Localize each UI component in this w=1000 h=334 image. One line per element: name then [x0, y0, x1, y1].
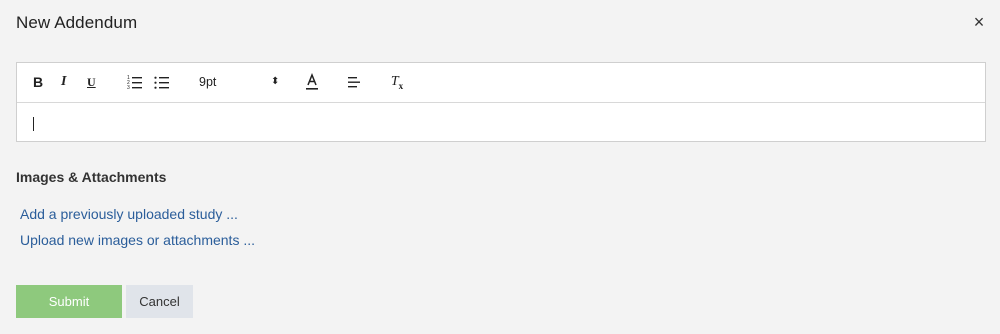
new-addendum-dialog: New Addendum × B I U 1 2 3 9pt ⬍ Tx Imag…	[0, 0, 1000, 334]
font-size-value: 9pt	[199, 75, 217, 89]
cancel-button[interactable]: Cancel	[126, 285, 193, 318]
addendum-text-area[interactable]	[17, 103, 985, 141]
images-attachments-heading: Images & Attachments	[16, 169, 167, 185]
underline-button[interactable]: U	[87, 73, 96, 91]
rich-text-editor: B I U 1 2 3 9pt ⬍ Tx	[16, 62, 986, 142]
chevron-up-down-icon: ⬍	[271, 76, 280, 87]
align-left-icon[interactable]	[347, 73, 361, 91]
clear-format-icon: T	[390, 74, 399, 89]
italic-button[interactable]: I	[61, 73, 66, 91]
text-cursor	[33, 117, 34, 131]
ordered-list-icon[interactable]: 1 2 3	[127, 73, 143, 91]
clear-format-sub: x	[398, 80, 404, 91]
bold-button[interactable]: B	[33, 73, 43, 91]
svg-text:3: 3	[127, 85, 130, 91]
close-icon[interactable]: ×	[971, 12, 987, 32]
text-color-icon[interactable]	[305, 73, 319, 91]
submit-button[interactable]: Submit	[16, 285, 122, 318]
editor-toolbar: B I U 1 2 3 9pt ⬍ Tx	[17, 63, 985, 103]
font-size-select[interactable]: 9pt ⬍	[199, 73, 289, 91]
upload-attachments-link[interactable]: Upload new images or attachments ...	[20, 232, 255, 248]
dialog-title: New Addendum	[16, 13, 138, 32]
bullet-list-icon[interactable]	[154, 73, 170, 91]
add-previous-study-link[interactable]: Add a previously uploaded study ...	[20, 206, 238, 222]
clear-format-button[interactable]: Tx	[390, 73, 404, 91]
